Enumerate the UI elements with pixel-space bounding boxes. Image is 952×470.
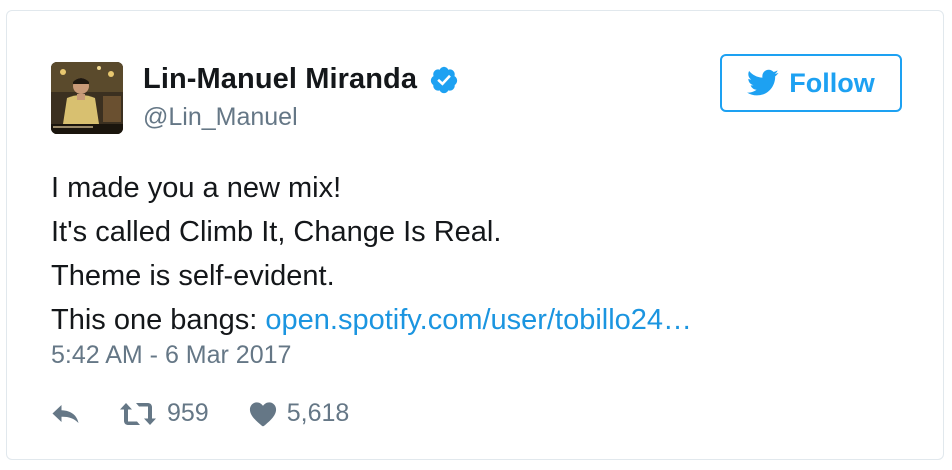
- like-count: 5,618: [286, 399, 350, 427]
- tweet-line-4: This one bangs: open.spotify.com/user/to…: [51, 298, 692, 342]
- tweet-line-3: Theme is self-evident.: [51, 260, 335, 292]
- retweet-button[interactable]: 959: [119, 399, 209, 428]
- twitter-bird-icon: [747, 69, 779, 96]
- reply-button[interactable]: [51, 402, 81, 426]
- follow-button[interactable]: Follow: [720, 54, 902, 112]
- retweet-icon: [120, 402, 156, 425]
- like-button[interactable]: 5,618: [249, 399, 350, 428]
- reply-icon: [52, 404, 79, 423]
- tweet-line-4-prefix: This one bangs:: [51, 304, 266, 336]
- tweet-actions: 959 5,618: [51, 399, 349, 428]
- user-name-row[interactable]: Lin-Manuel Miranda: [143, 63, 459, 96]
- heart-icon: [249, 401, 276, 426]
- tweet-card: Lin-Manuel Miranda @Lin_Manuel Follow I …: [6, 10, 944, 460]
- tweet-line-2: It's called Climb It, Change Is Real.: [51, 216, 502, 248]
- avatar[interactable]: [51, 62, 123, 134]
- tweet-timestamp[interactable]: 5:42 AM - 6 Mar 2017: [51, 341, 291, 370]
- spotify-link[interactable]: open.spotify.com/user/tobillo24…: [265, 304, 692, 336]
- user-handle[interactable]: @Lin_Manuel: [143, 103, 298, 132]
- follow-button-label: Follow: [789, 67, 875, 98]
- avatar-image: [51, 62, 123, 134]
- verified-badge-icon: [429, 65, 459, 95]
- tweet-text: I made you a new mix! It's called Climb …: [51, 166, 692, 342]
- retweet-count: 959: [167, 399, 209, 427]
- user-display-name[interactable]: Lin-Manuel Miranda: [143, 63, 417, 96]
- tweet-line-1: I made you a new mix!: [51, 172, 342, 204]
